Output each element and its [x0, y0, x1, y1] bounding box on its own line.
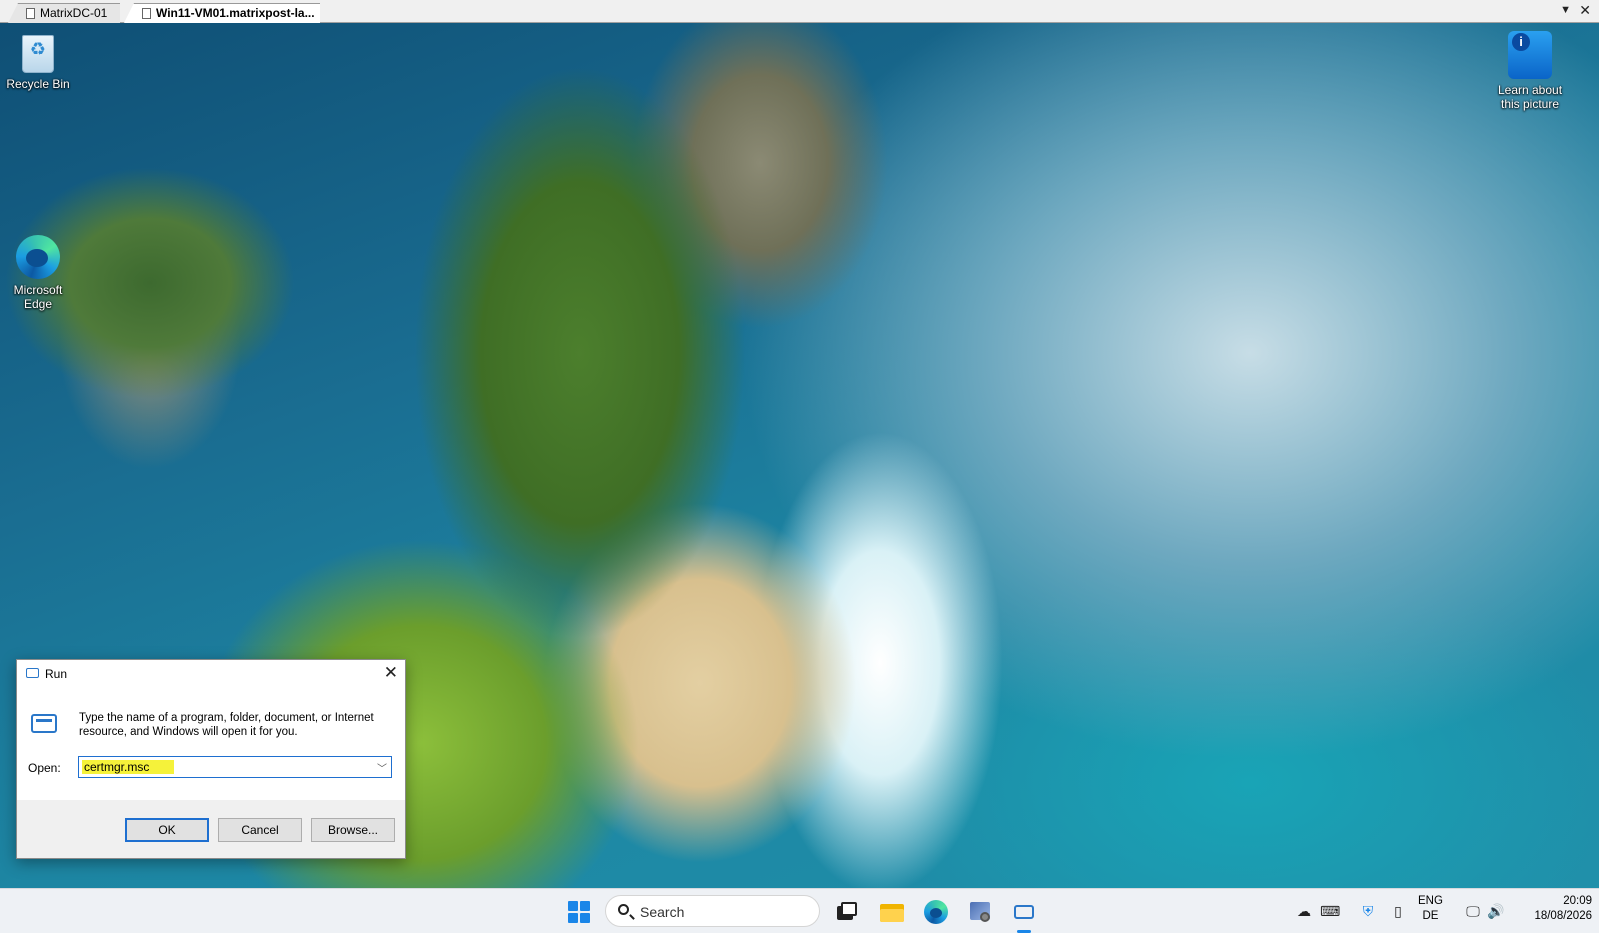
- spotlight-info-icon: [1508, 31, 1552, 79]
- recycle-bin-icon: [22, 35, 54, 73]
- network-icon[interactable]: 🖵: [1465, 903, 1481, 919]
- desktop-icon-label: Learn about this picture: [1497, 83, 1563, 111]
- open-combobox[interactable]: ﹀: [78, 756, 392, 778]
- ok-button[interactable]: OK: [125, 818, 209, 842]
- run-titlebar[interactable]: Run ✕: [17, 660, 405, 688]
- desktop-icon-microsoft-edge[interactable]: Microsoft Edge: [0, 235, 76, 311]
- onedrive-offline-icon[interactable]: ☁: [1296, 903, 1312, 919]
- rdp-tab-win11-vm01[interactable]: Win11-VM01.matrixpost-la...: [124, 3, 320, 23]
- task-view-icon[interactable]: [830, 896, 862, 928]
- taskbar: Search ☁ ⌨ ⛨ ▯ ENG DE 🖵 🔊 20:09 18/08/20…: [0, 888, 1599, 933]
- search-placeholder: Search: [640, 904, 685, 920]
- chevron-down-icon[interactable]: ﹀: [377, 760, 387, 775]
- desktop-icon-recycle-bin[interactable]: Recycle Bin: [0, 35, 76, 91]
- computer-icon: [26, 8, 35, 19]
- run-icon: [31, 714, 57, 733]
- close-icon[interactable]: ✕: [1579, 2, 1591, 19]
- file-explorer-icon[interactable]: [876, 896, 908, 928]
- clock[interactable]: 20:09 18/08/2026: [1512, 894, 1592, 924]
- run-body: Type the name of a program, folder, docu…: [17, 688, 405, 800]
- start-button[interactable]: [568, 901, 590, 923]
- desktop-icon-learn-about-picture[interactable]: Learn about this picture: [1490, 31, 1570, 111]
- browse-button[interactable]: Browse...: [311, 818, 395, 842]
- search-icon: [618, 904, 629, 915]
- keyboard-icon[interactable]: ⌨: [1320, 903, 1340, 919]
- run-icon: [26, 668, 39, 678]
- keyboard-layout-code: DE: [1422, 910, 1439, 922]
- windows-logo-icon: [568, 901, 578, 911]
- close-button[interactable]: ✕: [384, 663, 398, 683]
- administrative-tools-icon[interactable]: [964, 896, 996, 928]
- clock-date: 18/08/2026: [1534, 910, 1592, 922]
- clock-time: 20:09: [1563, 895, 1592, 907]
- open-label: Open:: [28, 761, 61, 775]
- edge-icon[interactable]: [920, 896, 952, 928]
- dialog-title: Run: [45, 667, 68, 681]
- desktop-icon-label: Microsoft Edge: [13, 283, 63, 311]
- rdp-tab-strip: MatrixDC-01 Win11-VM01.matrixpost-la... …: [0, 0, 1599, 23]
- computer-icon: [142, 8, 151, 19]
- input-language-indicator[interactable]: ENG DE: [1418, 894, 1443, 924]
- rdp-tab-label: MatrixDC-01: [40, 6, 108, 20]
- tab-list-dropdown-icon[interactable]: ▼: [1560, 4, 1571, 16]
- cancel-button[interactable]: Cancel: [218, 818, 302, 842]
- rdp-tab-matrixdc01[interactable]: MatrixDC-01: [8, 3, 120, 23]
- volume-icon[interactable]: 🔊: [1487, 903, 1504, 919]
- rdp-tab-label: Win11-VM01.matrixpost-la...: [156, 6, 315, 20]
- usb-eject-icon[interactable]: ▯: [1390, 903, 1406, 919]
- security-shield-icon[interactable]: ⛨: [1360, 903, 1376, 919]
- taskbar-search-box[interactable]: Search: [605, 895, 820, 927]
- run-description: Type the name of a program, folder, docu…: [79, 712, 374, 738]
- open-input[interactable]: [84, 759, 354, 775]
- edge-icon: [16, 235, 60, 279]
- language-code: ENG: [1418, 895, 1443, 907]
- desktop-icon-label: Recycle Bin: [6, 77, 70, 91]
- run-dialog: Run ✕ Type the name of a program, folder…: [16, 659, 406, 859]
- run-taskbar-icon[interactable]: [1008, 896, 1040, 928]
